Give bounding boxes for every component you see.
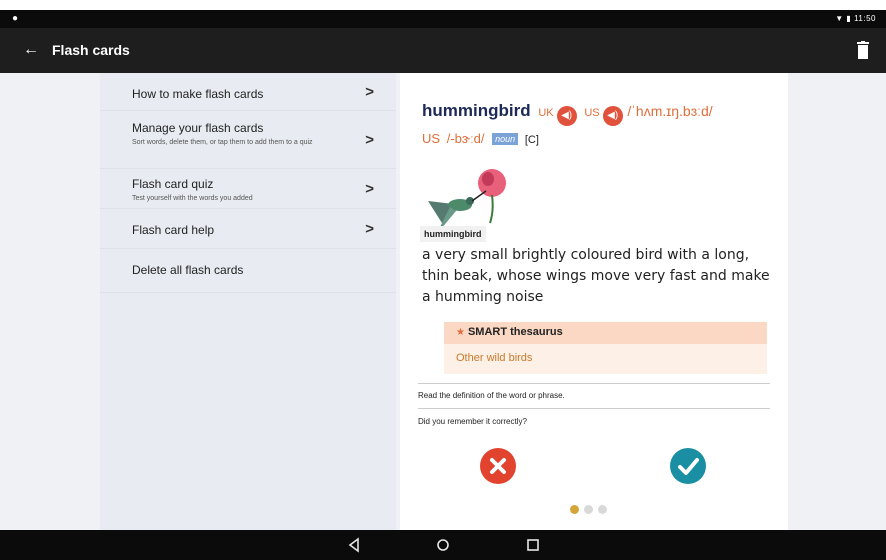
nav-recents-icon[interactable] <box>524 536 542 554</box>
menu-item-manage[interactable]: Manage your flash cards Sort words, dele… <box>100 111 396 169</box>
quiz-instruction: Read the definition of the word or phras… <box>418 391 565 400</box>
menu-item-subtitle: Test yourself with the words you added <box>132 195 253 202</box>
page-dot[interactable] <box>570 505 579 514</box>
smart-thesaurus-header[interactable]: ★ SMART thesaurus <box>444 322 767 344</box>
page-dot[interactable] <box>598 505 607 514</box>
star-icon: ★ <box>456 327 465 338</box>
page-indicator <box>570 505 620 515</box>
checkmark-icon <box>678 458 699 475</box>
thesaurus-header-label: SMART thesaurus <box>467 326 563 338</box>
uk-label: UK <box>538 107 554 119</box>
quiz-question: Did you remember it correctly? <box>418 417 527 426</box>
content-area: How to make flash cards > Manage your fl… <box>0 73 886 530</box>
flash-card: hummingbird UK ◀) US ◀) /ˈhʌm.ɪŋ.bɜːd/ US … <box>400 73 788 530</box>
us-label-2: US <box>422 131 441 146</box>
notification-dot-icon: ● <box>12 13 19 24</box>
chevron-right-icon: > <box>365 220 374 237</box>
divider <box>418 408 770 409</box>
us-audio-icon[interactable]: ◀) <box>602 106 623 126</box>
chevron-right-icon: > <box>365 180 374 197</box>
app-bar: ← Flash cards <box>0 28 886 73</box>
menu-item-title: Flash card quiz <box>132 177 214 191</box>
back-arrow-icon[interactable]: ← <box>20 39 42 61</box>
menu-item-help[interactable]: Flash card help > <box>100 209 396 249</box>
page-dot[interactable] <box>584 505 593 514</box>
menu-item-how-to-make[interactable]: How to make flash cards > <box>100 73 396 111</box>
chevron-right-icon: > <box>365 131 374 148</box>
menu-item-subtitle: Sort words, delete them, or tap them to … <box>132 139 313 146</box>
us-label: US <box>584 107 600 119</box>
part-of-speech: noun <box>492 133 519 145</box>
headword: hummingbird <box>422 101 531 120</box>
chevron-right-icon: > <box>365 83 374 100</box>
system-nav-bar <box>0 530 886 560</box>
headword-line: hummingbird UK ◀) US ◀) /ˈhʌm.ɪŋ.bɜːd/ <box>422 101 713 126</box>
status-right: ▼ ▮ 11:50 <box>835 14 876 23</box>
trash-icon[interactable] <box>856 41 872 61</box>
grammar-code: [C] <box>524 134 539 146</box>
menu-item-title: Flash card help <box>132 223 215 237</box>
flash-card-menu: How to make flash cards > Manage your fl… <box>100 73 396 530</box>
uk-pronunciation: /ˈhʌm.ɪŋ.bɜːd/ <box>627 103 713 119</box>
picture-caption: hummingbird <box>420 226 486 242</box>
thesaurus-link[interactable]: Other wild birds <box>444 344 767 374</box>
wrong-answer-button[interactable] <box>480 448 516 484</box>
entry-line-2: US /-bɝːd/ noun [C] <box>422 131 539 146</box>
definition: a very small brightly coloured bird with… <box>422 247 770 305</box>
status-strip: ● ▼ ▮ 11:50 <box>0 10 886 28</box>
menu-item-title: How to make flash cards <box>132 87 264 101</box>
status-bar: ● ▼ ▮ 11:50 <box>0 0 886 28</box>
wifi-icon: ▼ <box>835 14 844 23</box>
uk-audio-icon[interactable]: ◀) <box>556 106 577 126</box>
clock: 11:50 <box>854 14 876 23</box>
page-title: Flash cards <box>52 42 130 58</box>
menu-item-title: Delete all flash cards <box>132 263 244 277</box>
menu-item-delete-all[interactable]: Delete all flash cards <box>100 249 396 293</box>
right-answer-button[interactable] <box>670 448 706 484</box>
nav-back-icon[interactable] <box>345 536 363 554</box>
battery-icon: ▮ <box>846 14 852 23</box>
divider <box>418 383 770 384</box>
cross-icon <box>490 458 506 474</box>
menu-item-title: Manage your flash cards <box>132 121 264 135</box>
nav-home-icon[interactable] <box>434 536 452 554</box>
us-pronunciation: /-bɝːd/ <box>446 131 485 146</box>
menu-item-quiz[interactable]: Flash card quiz Test yourself with the w… <box>100 169 396 209</box>
